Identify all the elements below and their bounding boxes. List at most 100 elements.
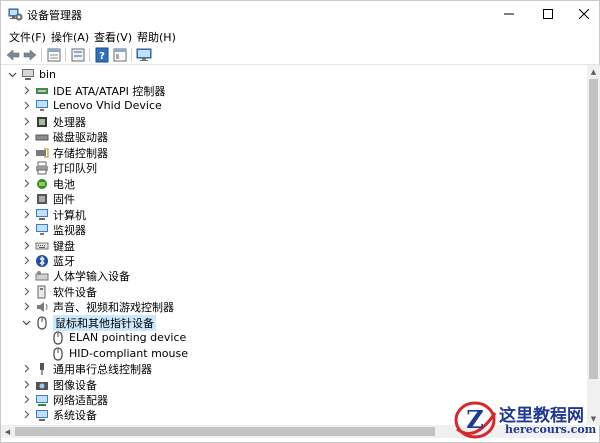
- tree-item-label: 固件: [53, 192, 75, 206]
- chevron-right-icon[interactable]: [21, 176, 31, 191]
- tree-item-5[interactable]: 打印队列: [21, 160, 97, 175]
- menu-help[interactable]: 帮助(H): [137, 29, 176, 45]
- scroll-left-icon[interactable]: ◀: [1, 425, 14, 438]
- chevron-right-icon[interactable]: [21, 207, 31, 222]
- tree-item-label: 软件设备: [53, 285, 97, 299]
- tree-item-4[interactable]: 存储控制器: [21, 145, 108, 160]
- tree-child-label: HID-compliant mouse: [69, 347, 188, 360]
- tree-item-3[interactable]: 磁盘驱动器: [21, 129, 108, 144]
- tree-item-label: 磁盘驱动器: [53, 130, 108, 144]
- tree-child-item[interactable]: HID-compliant mouse: [37, 346, 188, 361]
- watermark: Z 这里教程网 herecours.com: [453, 399, 599, 441]
- chevron-right-icon[interactable]: [21, 191, 31, 206]
- mouse-icon: [51, 330, 65, 345]
- watermark-logo-icon: Z: [454, 401, 497, 439]
- chevron-right-icon[interactable]: [21, 377, 31, 392]
- tree-child-item[interactable]: ELAN pointing device: [37, 330, 186, 345]
- chevron-right-icon[interactable]: [21, 284, 31, 299]
- tree-item-label: 监视器: [53, 223, 86, 237]
- chevron-right-icon[interactable]: [21, 98, 31, 113]
- chevron-right-icon[interactable]: [21, 160, 31, 175]
- chevron-right-icon[interactable]: [21, 114, 31, 129]
- monitor-icon[interactable]: [136, 47, 152, 63]
- tree-item-2[interactable]: 处理器: [21, 114, 86, 129]
- chevron-right-icon[interactable]: [21, 392, 31, 407]
- chevron-right-icon[interactable]: [21, 407, 31, 422]
- properties-icon[interactable]: [46, 47, 62, 63]
- tree-item-label: 计算机: [53, 208, 86, 222]
- chevron-right-icon[interactable]: [21, 238, 31, 253]
- chevron-right-icon[interactable]: [21, 268, 31, 283]
- chevron-right-icon[interactable]: [21, 299, 31, 314]
- forward-arrow-icon[interactable]: [22, 47, 38, 63]
- tree-item-6[interactable]: 电池: [21, 176, 75, 191]
- toolbar-separator: [89, 48, 90, 62]
- tree-item-label: 蓝牙: [53, 254, 75, 268]
- chevron-right-icon[interactable]: [21, 253, 31, 268]
- back-arrow-icon[interactable]: [5, 47, 21, 63]
- tree-item-7[interactable]: 固件: [21, 191, 75, 206]
- chevron-right-icon[interactable]: [21, 129, 31, 144]
- horizontal-scroll-thumb[interactable]: [15, 427, 435, 436]
- maximize-icon: [543, 9, 553, 19]
- tree-item-15[interactable]: 鼠标和其他指针设备: [21, 314, 156, 331]
- chevron-right-icon[interactable]: [21, 83, 31, 98]
- toolbar-separator: [131, 48, 132, 62]
- tree-item-0[interactable]: IDE ATA/ATAPI 控制器: [21, 83, 165, 98]
- device-tree[interactable]: bin IDE ATA/ATAPI 控制器 Lenovo Vhid Device 处…: [1, 65, 587, 425]
- tree-root-label: bin: [39, 68, 57, 81]
- tree-root[interactable]: bin: [7, 67, 56, 82]
- close-button[interactable]: [567, 1, 600, 27]
- tree-item-13[interactable]: 软件设备: [21, 284, 97, 299]
- tree-item-label: 打印队列: [53, 161, 97, 175]
- device-manager-icon: [8, 8, 23, 21]
- menu-bar: 文件(F) 操作(A) 查看(V) 帮助(H): [1, 27, 599, 45]
- network-adapter-icon: [35, 393, 49, 407]
- computer-icon: [21, 68, 35, 82]
- menu-view[interactable]: 查看(V): [94, 29, 132, 45]
- vertical-scrollbar[interactable]: ▲ ▼: [587, 65, 600, 425]
- maximize-button[interactable]: [531, 1, 565, 27]
- scroll-up-icon[interactable]: ▲: [587, 65, 600, 78]
- menu-file[interactable]: 文件(F): [9, 29, 46, 45]
- software-device-icon: [35, 285, 49, 299]
- mouse-icon: [35, 315, 49, 330]
- chevron-down-icon[interactable]: [7, 67, 17, 82]
- view-icon[interactable]: [70, 47, 86, 63]
- tree-child-label: ELAN pointing device: [69, 331, 187, 344]
- disk-drive-icon: [35, 130, 49, 144]
- menu-action[interactable]: 操作(A): [51, 29, 89, 45]
- close-icon: [579, 9, 589, 19]
- tree-item-8[interactable]: 计算机: [21, 207, 86, 222]
- tree-item-10[interactable]: 键盘: [21, 238, 75, 253]
- chevron-right-icon[interactable]: [21, 361, 31, 376]
- tree-item-12[interactable]: 人体学输入设备: [21, 268, 130, 283]
- toolbar-separator: [65, 48, 66, 62]
- tree-item-17[interactable]: 图像设备: [21, 377, 97, 392]
- tree-item-18[interactable]: 网络适配器: [21, 392, 108, 407]
- tree-item-11[interactable]: 蓝牙: [21, 253, 75, 268]
- svg-text:?: ?: [99, 51, 105, 62]
- chevron-right-icon[interactable]: [21, 222, 31, 237]
- firmware-icon: [35, 192, 49, 206]
- chevron-down-icon[interactable]: [21, 315, 31, 330]
- tree-item-label: 存储控制器: [53, 146, 108, 160]
- tree-item-label: 通用串行总线控制器: [53, 362, 152, 376]
- battery-icon: [35, 177, 49, 191]
- vertical-scroll-thumb[interactable]: [589, 79, 598, 379]
- tree-item-1[interactable]: Lenovo Vhid Device: [21, 98, 162, 113]
- system-device-icon: [35, 408, 49, 422]
- speaker-icon: [35, 300, 49, 314]
- tree-item-16[interactable]: 通用串行总线控制器: [21, 361, 152, 376]
- minimize-button[interactable]: [492, 1, 526, 27]
- tree-item-label: 鼠标和其他指针设备: [53, 314, 156, 331]
- tree-item-9[interactable]: 监视器: [21, 222, 86, 237]
- chevron-right-icon[interactable]: [21, 145, 31, 160]
- storage-controller-icon: [35, 146, 49, 160]
- title-bar[interactable]: 设备管理器: [1, 1, 599, 27]
- help-icon[interactable]: ?: [94, 47, 110, 63]
- tree-item-19[interactable]: 系统设备: [21, 407, 97, 422]
- console-icon[interactable]: [112, 47, 128, 63]
- tree-item-14[interactable]: 声音、视频和游戏控制器: [21, 299, 174, 314]
